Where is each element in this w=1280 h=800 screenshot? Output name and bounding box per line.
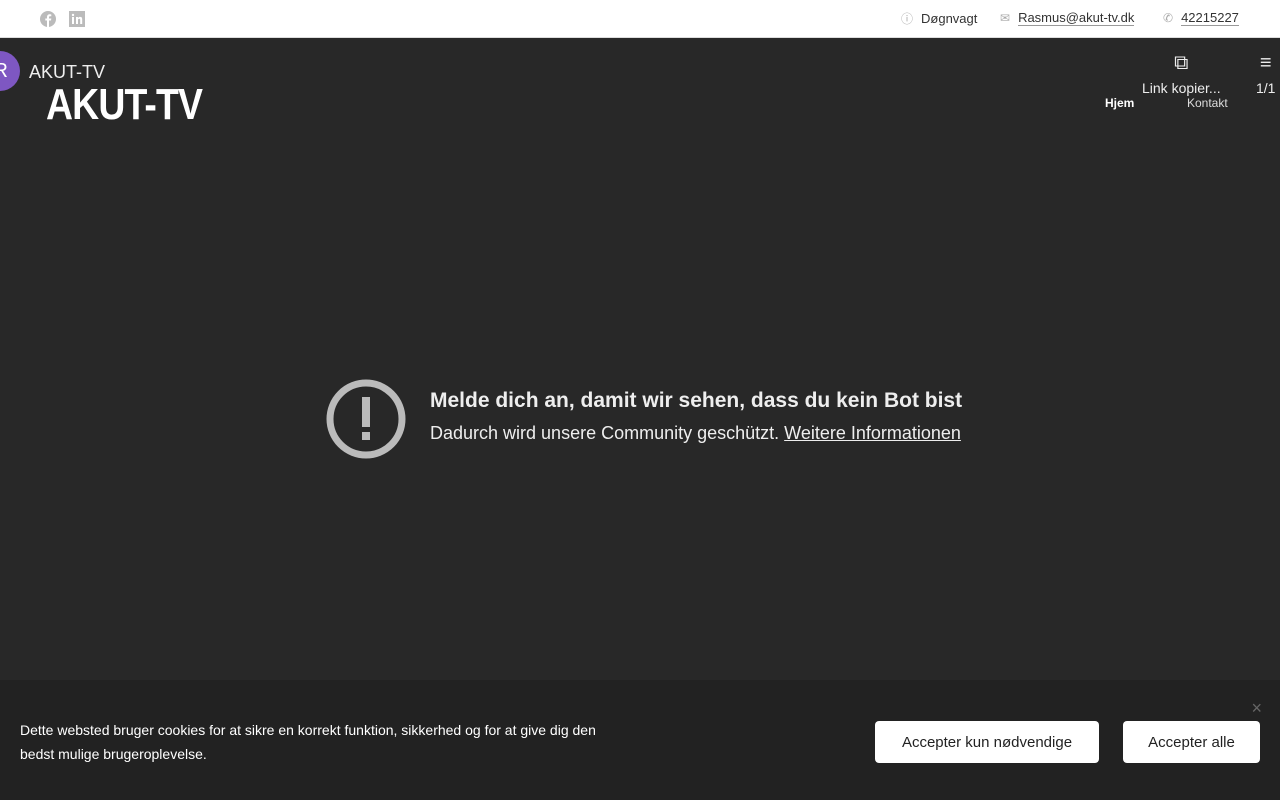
error-text: Dadurch wird unsere Community geschützt. <box>430 423 780 443</box>
error-title: Melde dich an, damit wir sehen, dass du … <box>430 389 963 412</box>
accept-necessary-button[interactable]: Accepter kun nødvendige <box>875 721 1099 763</box>
mail-icon: ✉ <box>1000 11 1011 25</box>
copy-link-button[interactable]: ⧉ Link kopier... <box>1142 52 1221 96</box>
more-info-link[interactable]: Weitere Informationen <box>784 423 961 443</box>
cookie-banner: × Dette websted bruger cookies for at si… <box>0 680 1280 800</box>
copy-link-label: Link kopier... <box>1142 80 1221 96</box>
linkedin-icon[interactable] <box>69 11 85 27</box>
site-logo[interactable]: AKUT-TV <box>46 80 203 130</box>
nav-hjem[interactable]: Hjem <box>1105 96 1134 110</box>
info-text: Døgnvagt <box>921 11 978 26</box>
email-link[interactable]: Rasmus@akut-tv.dk <box>1018 10 1135 26</box>
avatar-letter: R <box>0 59 8 82</box>
channel-avatar[interactable]: R <box>0 51 20 91</box>
alert-icon <box>326 379 406 459</box>
bot-check-message: Melde dich an, damit wir sehen, dass du … <box>326 379 962 459</box>
phone-link[interactable]: 42215227 <box>1181 10 1239 26</box>
top-bar: ⓘ Døgnvagt ✉ Rasmus@akut-tv.dk ✆ 42215227 <box>0 0 1280 38</box>
facebook-icon[interactable] <box>40 11 56 27</box>
cookie-text: Dette websted bruger cookies for at sikr… <box>20 722 596 762</box>
phone-icon: ✆ <box>1163 11 1174 25</box>
accept-all-button[interactable]: Accepter alle <box>1123 721 1260 763</box>
nav-kontakt[interactable]: Kontakt <box>1187 96 1228 110</box>
info-icon: ⓘ <box>901 12 914 26</box>
copy-icon: ⧉ <box>1174 52 1189 74</box>
playlist-button[interactable]: ≡ 1/1 <box>1256 52 1275 96</box>
playlist-icon: ≡ <box>1259 52 1272 74</box>
playlist-count: 1/1 <box>1256 80 1276 96</box>
close-icon[interactable]: × <box>1251 698 1262 719</box>
